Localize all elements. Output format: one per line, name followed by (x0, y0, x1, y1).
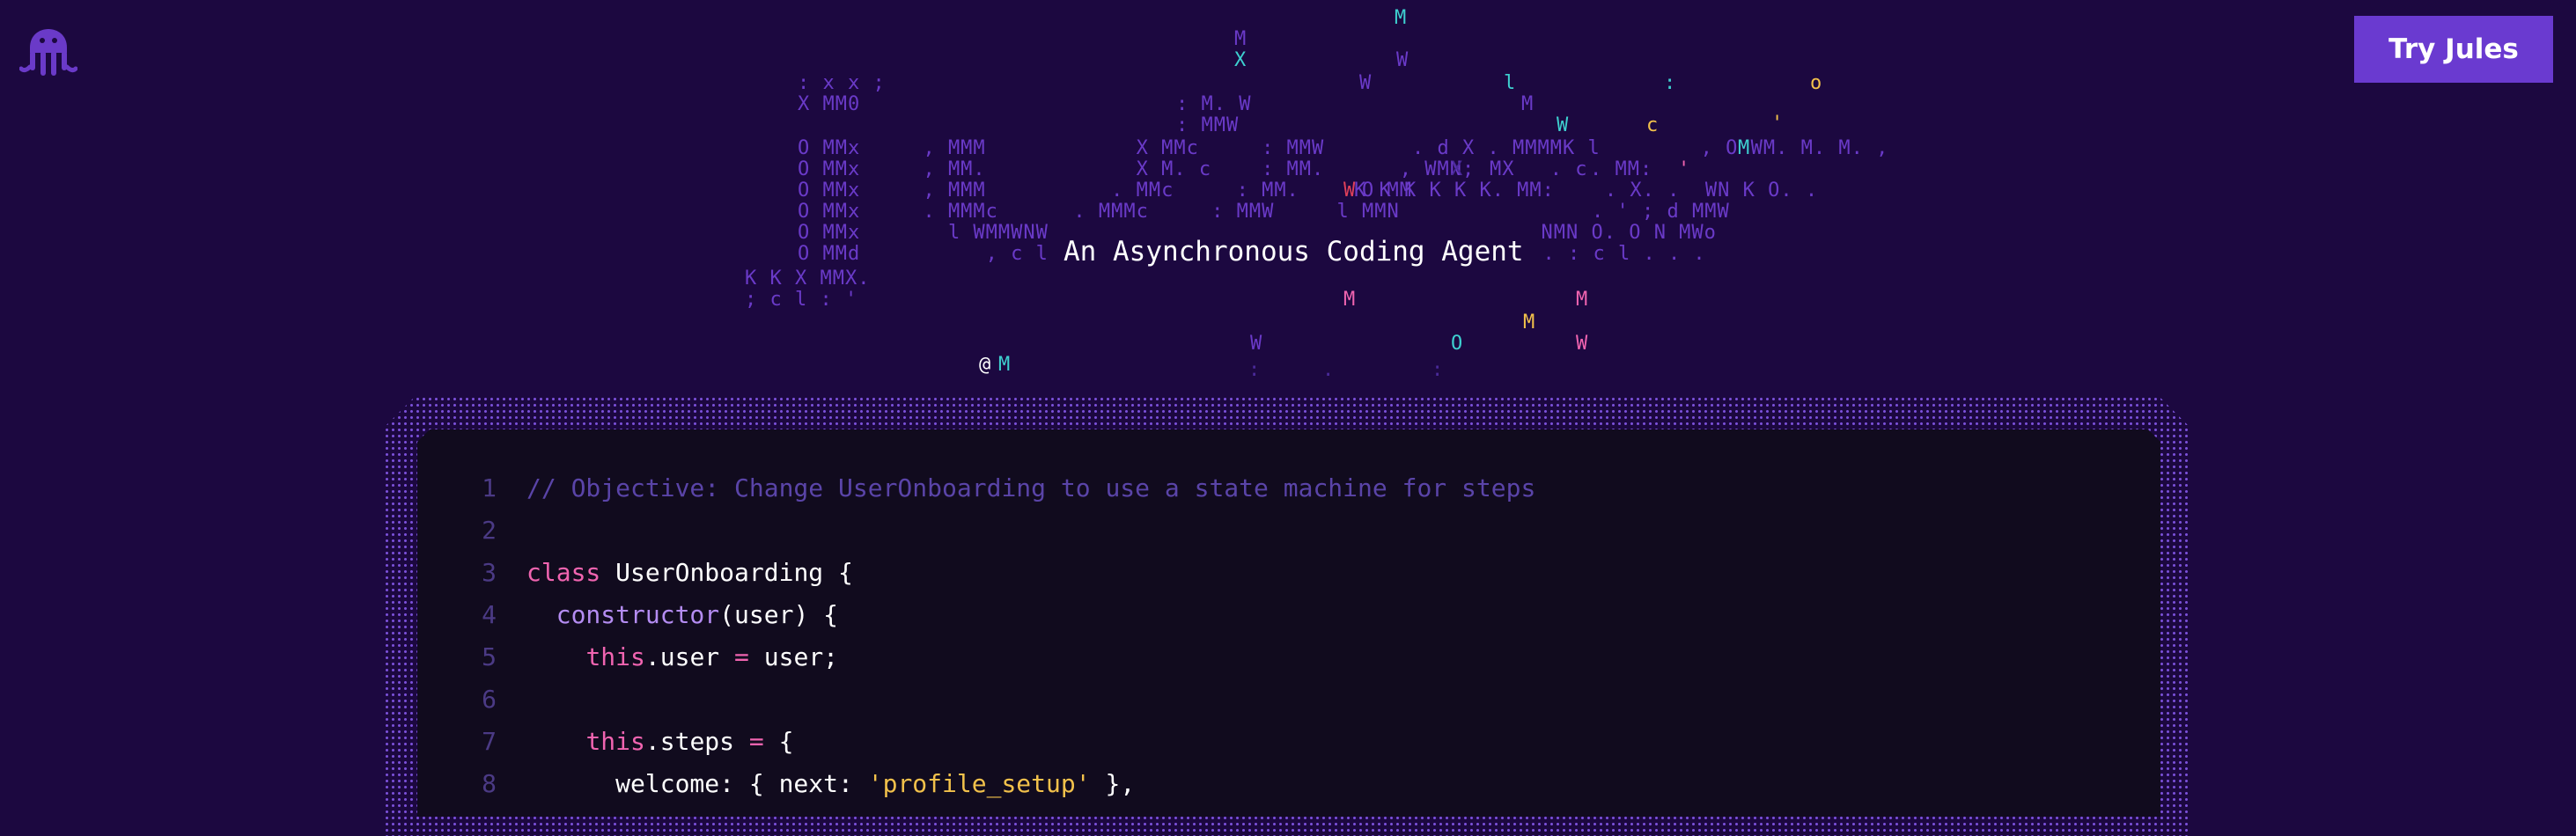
ascii-glyph: M (1738, 137, 1751, 159)
code-token: this (585, 642, 645, 671)
ascii-glyph: M (1521, 93, 1535, 115)
ascii-glyph: O (1451, 333, 1464, 355)
code-text: // Objective: Change UserOnboarding to u… (526, 473, 1535, 502)
code-text: welcome: { next: 'profile_setup' }, (526, 769, 1135, 798)
ascii-glyph: M (1523, 312, 1536, 334)
ascii-glyph: o (1810, 72, 1823, 94)
ascii-glyph: O MMx , MM. X M. c : MM. , WMN; . c (798, 158, 1588, 180)
ascii-glyph: : (1432, 359, 1445, 381)
code-line: 7 this.steps = { (417, 723, 793, 759)
code-token: // Objective: Change UserOnboarding to u… (526, 473, 1536, 502)
ascii-glyph: K K K K K K. MM: . X. . WN K O. . (1354, 180, 1819, 202)
ascii-glyph: O MMx . MMMc . MMMc : MMW l MMN (798, 201, 1400, 223)
code-line: 1 // Objective: Change UserOnboarding to … (417, 470, 1535, 505)
code-editor: 1 // Objective: Change UserOnboarding to … (417, 429, 2160, 817)
code-text: constructor(user) { (526, 600, 838, 629)
ascii-glyph: l (1504, 72, 1517, 94)
ascii-glyph: W (1359, 72, 1373, 94)
ascii-glyph: X (1234, 49, 1248, 71)
hero-tagline: An Asynchronous Coding Agent (1053, 232, 1535, 271)
ascii-glyph: : (1248, 359, 1262, 381)
ascii-glyph: O MMx , MMM . MMc : MM. O MM (798, 180, 1413, 202)
ascii-glyph: c (1646, 114, 1660, 136)
ascii-glyph: W (1396, 49, 1409, 71)
ascii-glyph: O MMx , MMM X MMc : MMW . d X . MMMMK l … (798, 137, 1889, 159)
code-token: { (763, 726, 794, 756)
code-token: constructor (556, 599, 720, 629)
ascii-glyph: M (1234, 28, 1248, 50)
ascii-glyph: W (1250, 333, 1263, 355)
code-token: 'profile_setup' (867, 768, 1091, 798)
code-line: 5 this.user = user; (417, 639, 838, 674)
code-token: = (748, 726, 764, 756)
ascii-glyph: . (1322, 359, 1336, 381)
code-text: this.steps = { (526, 727, 793, 756)
code-token: welcome: { next: (526, 768, 868, 798)
code-token: this (585, 726, 645, 756)
code-token: .steps (644, 726, 749, 756)
line-number: 7 (482, 726, 497, 756)
code-token: (user) { (719, 599, 839, 629)
ascii-glyph: ' (1678, 158, 1691, 180)
line-number: 2 (482, 515, 497, 545)
ascii-glyph: : x x ; (798, 72, 886, 94)
ascii-glyph: . NMN O. O N MWo (1516, 222, 1717, 244)
code-line: 3 class UserOnboarding { (417, 554, 853, 590)
ascii-glyph: M (1576, 289, 1589, 311)
code-token: = (734, 642, 749, 671)
ascii-glyph: W (1557, 114, 1570, 136)
ascii-glyph: : MMW (1176, 114, 1240, 136)
code-text: class UserOnboarding { (526, 558, 853, 587)
line-number: 6 (482, 684, 497, 714)
code-line: 8 welcome: { next: 'profile_setup' }, (417, 766, 1135, 801)
code-token: }, (1090, 768, 1136, 798)
code-token: .user (644, 642, 735, 671)
code-line: 6 (417, 681, 526, 716)
ascii-glyph: X MM0 (798, 93, 861, 115)
code-text: this.user = user; (526, 642, 838, 671)
ascii-glyph: ; c l : ' (745, 289, 858, 311)
ascii-glyph: ' (1771, 113, 1785, 135)
ascii-art-backdrop: MMXW: x x ; Wl: o X MM0: M. WM: MMW Wc ' O MMx… (0, 0, 2576, 405)
code-line: 2 (417, 512, 526, 547)
code-token: UserOnboarding { (600, 557, 853, 587)
ascii-glyph: . . : c l . . . (1518, 243, 1706, 265)
ascii-glyph: W (1576, 333, 1589, 355)
ascii-glyph: M (1395, 7, 1408, 29)
ascii-glyph: MX . MM: (1490, 158, 1653, 180)
ascii-glyph: . ' ; d MMW (1592, 201, 1730, 223)
ascii-glyph: : M. W (1176, 93, 1252, 115)
line-number: 3 (482, 557, 497, 587)
ascii-glyph: O MMx l WMMWNW (798, 222, 1049, 244)
line-number: 8 (482, 768, 497, 798)
code-token: class (526, 557, 601, 587)
line-number: 5 (482, 642, 497, 671)
ascii-glyph: : (1664, 72, 1677, 94)
line-number: 1 (482, 473, 497, 502)
ascii-glyph: M (998, 354, 1012, 376)
ascii-glyph: @ (979, 354, 992, 376)
line-number: 4 (482, 599, 497, 629)
ascii-glyph: X (1451, 158, 1464, 180)
ascii-glyph: K K X MMX. (745, 268, 871, 290)
code-token: user; (748, 642, 839, 671)
ascii-glyph: M (1343, 289, 1357, 311)
code-line: 4 constructor(user) { (417, 597, 838, 632)
